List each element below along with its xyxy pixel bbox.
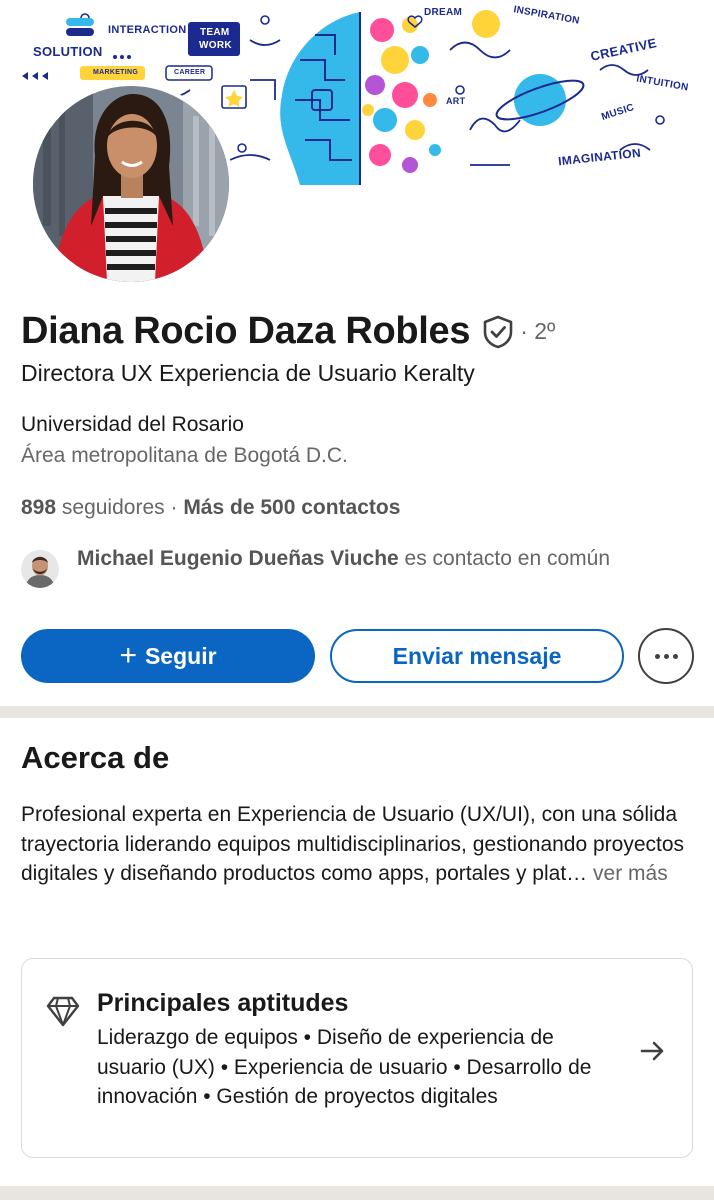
more-options-icon (654, 653, 660, 659)
name-row: Diana Rocio Daza Robles · 2º (21, 310, 555, 353)
stats-separator: · (170, 496, 178, 519)
banner-word-interaction: INTERACTION (108, 24, 187, 36)
about-section-title: Acerca de (21, 740, 170, 775)
profile-avatar[interactable] (29, 82, 233, 286)
banner-word-marketing: MARKETING (93, 69, 139, 76)
top-skills-title: Principales aptitudes (97, 989, 349, 1017)
section-divider-bottom (0, 1186, 714, 1200)
followers-label[interactable]: seguidores (62, 496, 165, 519)
more-options-button[interactable] (638, 628, 694, 684)
about-section-text: Profesional experta en Experiencia de Us… (21, 800, 701, 889)
banner-word-art: ART (446, 96, 466, 106)
star-icon (225, 90, 243, 107)
more-options-icon-dot (663, 653, 669, 659)
connections-count[interactable]: Más de 500 contactos (183, 496, 400, 519)
arrow-right-icon[interactable] (640, 1039, 666, 1063)
send-message-button[interactable]: Enviar mensaje (330, 629, 624, 683)
mutual-connection-avatar[interactable] (21, 550, 59, 588)
send-message-button-label: Enviar mensaje (392, 642, 562, 669)
profile-name: Diana Rocio Daza Robles (21, 310, 471, 352)
banner-word-work: WORK (199, 40, 232, 51)
verified-shield-icon[interactable] (482, 315, 514, 349)
banner-word-dream: DREAM (424, 7, 463, 18)
profile-stats: 898 seguidores · Más de 500 contactos (21, 496, 400, 520)
plus-icon: + (119, 639, 137, 672)
mutual-connection[interactable]: Michael Eugenio Dueñas Viuche es contact… (21, 544, 641, 588)
diamond-icon (46, 995, 80, 1027)
mutual-connection-text: Michael Eugenio Dueñas Viuche es contact… (77, 544, 610, 588)
profile-location: Área metropolitana de Bogotá D.C. (21, 444, 348, 467)
profile-photo (33, 86, 229, 282)
follow-button[interactable]: + Seguir (21, 629, 315, 683)
banner-word-team: TEAM (200, 27, 230, 38)
profile-headline: Directora UX Experiencia de Usuario Kera… (21, 360, 475, 386)
followers-count[interactable]: 898 (21, 496, 56, 519)
banner-word-career: CAREER (174, 69, 206, 76)
banner-word-solution: SOLUTION (33, 44, 103, 59)
follow-button-label: Seguir (144, 642, 217, 669)
section-divider (0, 706, 714, 718)
see-more-link[interactable]: ver más (593, 862, 668, 885)
profile-school[interactable]: Universidad del Rosario (21, 413, 244, 437)
more-options-icon-dot (672, 653, 678, 659)
connection-degree: · 2º (520, 318, 556, 344)
top-skills-card[interactable]: Principales aptitudes Liderazgo de equip… (21, 958, 693, 1158)
mutual-connection-suffix: es contacto en común (404, 547, 611, 570)
top-skills-list: Liderazgo de equipos • Diseño de experie… (97, 1026, 592, 1108)
mutual-connection-name[interactable]: Michael Eugenio Dueñas Viuche (77, 547, 399, 570)
about-text-body: Profesional experta en Experiencia de Us… (21, 803, 685, 885)
